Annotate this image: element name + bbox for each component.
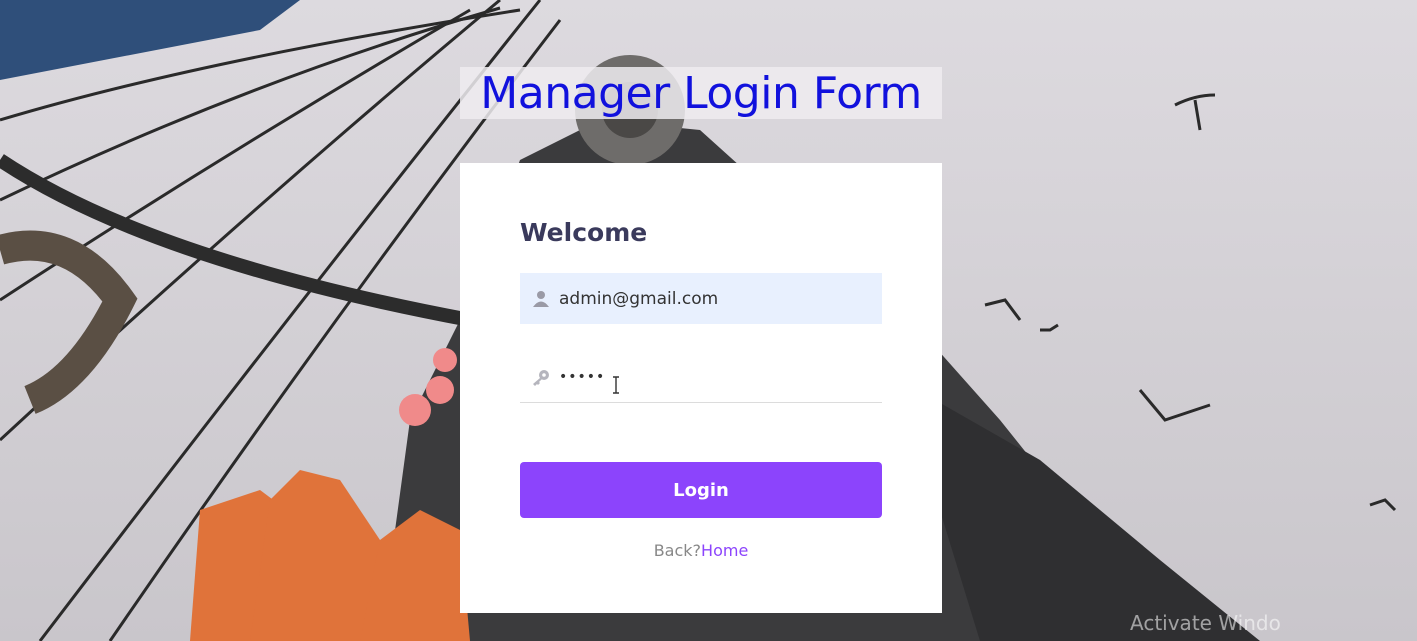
login-button[interactable]: Login	[520, 462, 882, 518]
back-prefix: Back?	[653, 541, 702, 560]
password-field[interactable]	[520, 351, 882, 403]
key-icon	[520, 368, 559, 386]
text-cursor-icon	[613, 376, 619, 394]
user-icon	[520, 290, 559, 308]
welcome-heading: Welcome	[520, 218, 648, 247]
home-link[interactable]: Home	[701, 541, 748, 560]
email-input[interactable]	[559, 273, 882, 324]
activate-windows-watermark: Activate Windo	[1130, 611, 1281, 635]
back-link-row: Back?Home	[460, 541, 942, 560]
login-card: Welcome Login Back?Home	[460, 163, 942, 613]
email-field[interactable]	[520, 273, 882, 324]
password-input[interactable]	[559, 351, 882, 402]
page-title: Manager Login Form	[480, 67, 922, 119]
title-banner: Manager Login Form	[460, 67, 942, 119]
